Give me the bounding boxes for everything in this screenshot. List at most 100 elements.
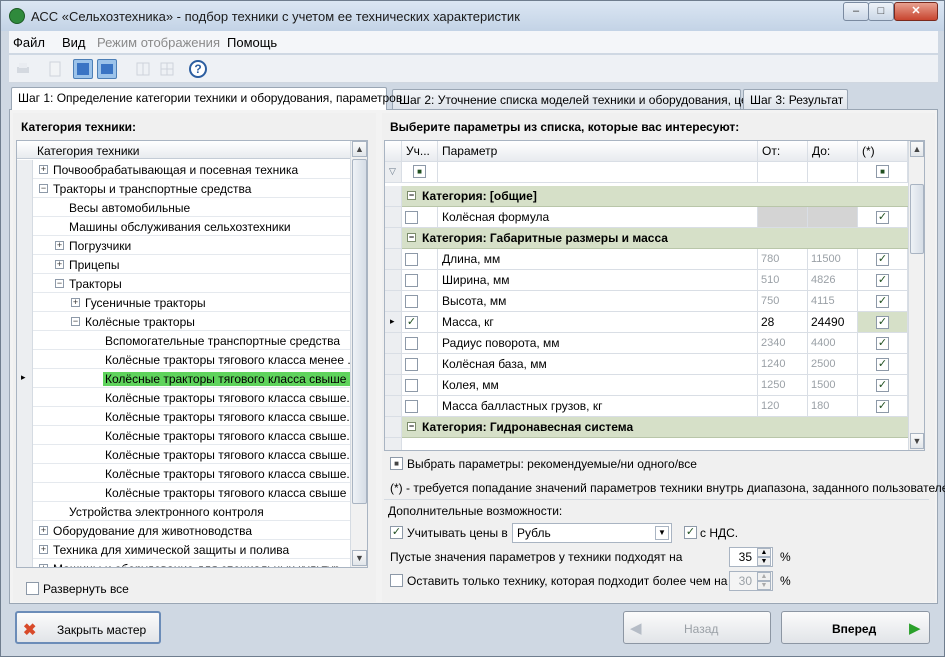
to-value[interactable]: 11500 [808,249,858,270]
from-value[interactable]: 2340 [758,333,808,354]
tree-row[interactable]: Вспомогательные транспортные средства [17,331,350,350]
col-param[interactable]: Параметр [438,141,758,162]
help-icon[interactable]: ? [189,60,207,78]
tree-row[interactable]: + Прицепы [17,255,350,274]
to-value[interactable]: 1500 [808,375,858,396]
grid-scrollbar[interactable]: ▲ ▼ [908,141,924,450]
collapse-icon[interactable]: − [407,422,416,431]
expand-icon[interactable]: + [39,526,48,535]
filter-use[interactable]: ■ [402,162,438,183]
use-checkbox[interactable]: ✓ [405,316,418,329]
spin-up-icon[interactable]: ▲ [757,572,771,581]
tree-row[interactable]: Весы автомобильные [17,198,350,217]
from-value[interactable] [758,207,808,228]
to-value[interactable]: 4826 [808,270,858,291]
required-checkbox-cell[interactable]: ✓ [858,249,908,270]
required-checkbox[interactable]: ✓ [876,358,889,371]
required-checkbox-cell[interactable]: ✓ [858,375,908,396]
use-checkbox-cell[interactable] [402,270,438,291]
tree-row[interactable]: Колёсные тракторы тягового класса свыше.… [17,445,356,464]
tree-row[interactable]: + Почвообрабатывающая и посевная техника [17,160,350,179]
to-value[interactable]: 4115 [808,291,858,312]
tree-row[interactable]: − Колёсные тракторы [17,312,350,331]
collapse-icon[interactable]: − [55,279,64,288]
required-checkbox-cell[interactable]: ✓ [858,354,908,375]
required-checkbox[interactable]: ✓ [876,274,889,287]
from-value[interactable]: 510 [758,270,808,291]
tree-row[interactable]: Колёсные тракторы тягового класса свыше.… [17,426,356,445]
vat-checkbox[interactable]: ✓ [684,526,697,539]
scroll-up-icon[interactable]: ▲ [352,141,367,157]
from-value[interactable]: 1240 [758,354,808,375]
spin-down-icon[interactable]: ▼ [757,557,771,566]
expand-all-checkbox[interactable] [26,582,39,595]
grid-scroll-down-icon[interactable]: ▼ [910,433,924,449]
close-window-button[interactable]: ✕ [894,2,938,21]
to-value[interactable] [808,207,858,228]
only-technique-checkbox[interactable] [390,574,403,587]
category-row[interactable]: − Категория: Гидронавесная система [402,417,908,438]
to-value[interactable]: 24490 [808,312,858,333]
required-checkbox[interactable]: ✓ [876,337,889,350]
tree-row[interactable]: + Машины и оборудование для специальных к… [17,559,350,567]
required-checkbox[interactable]: ✓ [876,253,889,266]
filter-param[interactable] [438,162,758,183]
menu-view[interactable]: Вид [62,35,86,50]
currency-select[interactable]: Рубль ▼ [512,523,672,543]
use-checkbox-cell[interactable] [402,396,438,417]
tree-row[interactable]: ▸ Колёсные тракторы тягового класса свыше… [17,369,367,388]
tree-row[interactable]: Машины обслуживания сельхозтехники [17,217,350,236]
required-checkbox-cell[interactable]: ✓ [858,207,908,228]
required-checkbox[interactable]: ✓ [876,295,889,308]
use-checkbox-cell[interactable] [402,207,438,228]
tree-row[interactable]: + Погрузчики [17,236,350,255]
list-view-icon[interactable] [97,59,117,79]
tab-step2[interactable]: Шаг 2: Уточнение списка моделей техники … [392,89,758,110]
menu-file[interactable]: Файл [13,35,45,50]
col-use[interactable]: Уч... [402,141,438,162]
collapse-icon[interactable]: − [407,233,416,242]
to-value[interactable]: 2500 [808,354,858,375]
view-mode-icon[interactable] [73,59,93,79]
back-button[interactable]: ◀ Назад [623,611,771,644]
filter-req[interactable]: ■ [858,162,908,183]
use-checkbox-cell[interactable] [402,333,438,354]
filter-icon[interactable]: ▽ [385,162,402,183]
tree-scroll-thumb[interactable] [352,159,367,504]
select-params-checkbox[interactable]: ■ [390,457,403,470]
use-checkbox-cell[interactable] [402,375,438,396]
category-row[interactable]: − Категория: [общие] [402,186,908,207]
tree-row[interactable]: Колёсные тракторы тягового класса свыше.… [17,388,356,407]
columns-icon[interactable] [133,59,153,79]
from-value[interactable]: 28 [758,312,808,333]
select-params-label[interactable]: Выбрать параметры: рекомендуемые/ни одно… [407,457,697,471]
grid-scroll-up-icon[interactable]: ▲ [910,141,924,157]
table-icon[interactable] [157,59,177,79]
required-checkbox[interactable]: ✓ [876,400,889,413]
tree-row[interactable]: + Гусеничные тракторы [17,293,350,312]
required-checkbox-cell[interactable]: ✓ [858,312,908,333]
use-checkbox[interactable] [405,253,418,266]
col-req[interactable]: (*) [858,141,908,162]
expand-icon[interactable]: + [39,564,48,567]
tree-scrollbar[interactable]: ▲ ▼ [350,141,367,567]
parameters-grid[interactable]: Уч... Параметр От: До: (*) ▽ ■ ■ − Катего… [384,140,925,451]
expand-icon[interactable]: + [39,165,48,174]
collapse-icon[interactable]: − [39,184,48,193]
spin-down-icon[interactable]: ▼ [757,581,771,590]
expand-icon[interactable]: + [55,260,64,269]
tab-step1[interactable]: Шаг 1: Определение категории техники и о… [11,87,402,110]
use-checkbox[interactable] [405,358,418,371]
to-value[interactable]: 4400 [808,333,858,354]
expand-icon[interactable]: + [55,241,64,250]
scroll-down-icon[interactable]: ▼ [352,550,367,566]
tree-row[interactable]: Колёсные тракторы тягового класса менее … [17,350,357,369]
tree-row[interactable]: + Оборудование для животноводства [17,521,350,540]
use-checkbox[interactable] [405,400,418,413]
category-tree[interactable]: Категория техники + Почвообрабатывающая и… [16,140,368,568]
required-checkbox[interactable]: ✓ [876,211,889,224]
collapse-icon[interactable]: − [407,191,416,200]
grid-scroll-thumb[interactable] [910,184,924,254]
maximize-button[interactable]: □ [868,2,894,21]
use-checkbox-cell[interactable] [402,354,438,375]
